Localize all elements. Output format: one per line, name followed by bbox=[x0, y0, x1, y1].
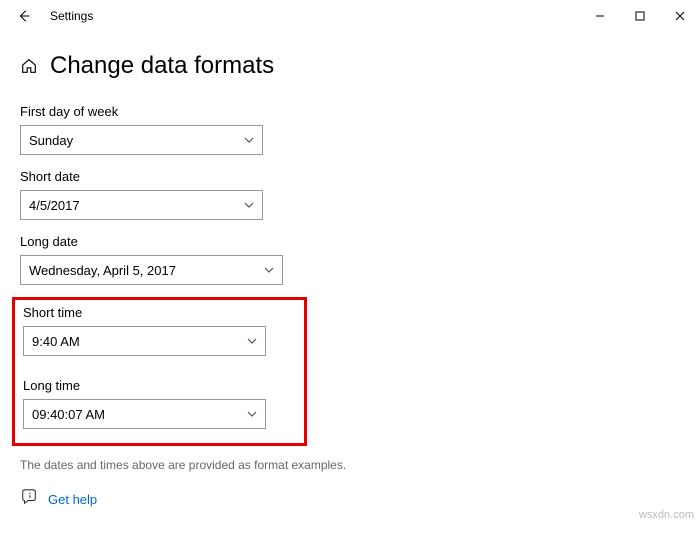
highlight-box: Short time 9:40 AM Long time 09:40:07 AM bbox=[12, 297, 307, 446]
window-title: Settings bbox=[50, 9, 93, 23]
home-icon[interactable] bbox=[20, 57, 38, 75]
first-day-dropdown[interactable]: Sunday bbox=[20, 125, 263, 155]
info-text: The dates and times above are provided a… bbox=[0, 458, 700, 472]
short-date-label: Short date bbox=[20, 169, 680, 184]
long-date-dropdown[interactable]: Wednesday, April 5, 2017 bbox=[20, 255, 283, 285]
long-time-value: 09:40:07 AM bbox=[32, 407, 105, 422]
chevron-down-icon bbox=[244, 135, 254, 145]
page-title: Change data formats bbox=[50, 52, 274, 80]
back-arrow-icon bbox=[17, 9, 31, 23]
watermark: wsxdn.com bbox=[639, 509, 694, 521]
first-day-value: Sunday bbox=[29, 133, 73, 148]
chevron-down-icon bbox=[264, 265, 274, 275]
back-button[interactable] bbox=[8, 0, 40, 32]
minimize-icon bbox=[595, 11, 605, 21]
maximize-button[interactable] bbox=[620, 0, 660, 32]
chevron-down-icon bbox=[247, 409, 257, 419]
short-time-dropdown[interactable]: 9:40 AM bbox=[23, 326, 266, 356]
long-time-label: Long time bbox=[23, 378, 296, 393]
help-icon[interactable] bbox=[20, 488, 38, 511]
long-date-value: Wednesday, April 5, 2017 bbox=[29, 263, 176, 278]
short-date-dropdown[interactable]: 4/5/2017 bbox=[20, 190, 263, 220]
get-help-link[interactable]: Get help bbox=[48, 492, 97, 507]
close-icon bbox=[675, 11, 685, 21]
first-day-label: First day of week bbox=[20, 104, 680, 119]
short-date-value: 4/5/2017 bbox=[29, 198, 80, 213]
long-time-dropdown[interactable]: 09:40:07 AM bbox=[23, 399, 266, 429]
chevron-down-icon bbox=[244, 200, 254, 210]
short-time-label: Short time bbox=[23, 305, 296, 320]
chevron-down-icon bbox=[247, 336, 257, 346]
short-time-value: 9:40 AM bbox=[32, 334, 80, 349]
close-button[interactable] bbox=[660, 0, 700, 32]
minimize-button[interactable] bbox=[580, 0, 620, 32]
long-date-label: Long date bbox=[20, 234, 680, 249]
maximize-icon bbox=[635, 11, 645, 21]
